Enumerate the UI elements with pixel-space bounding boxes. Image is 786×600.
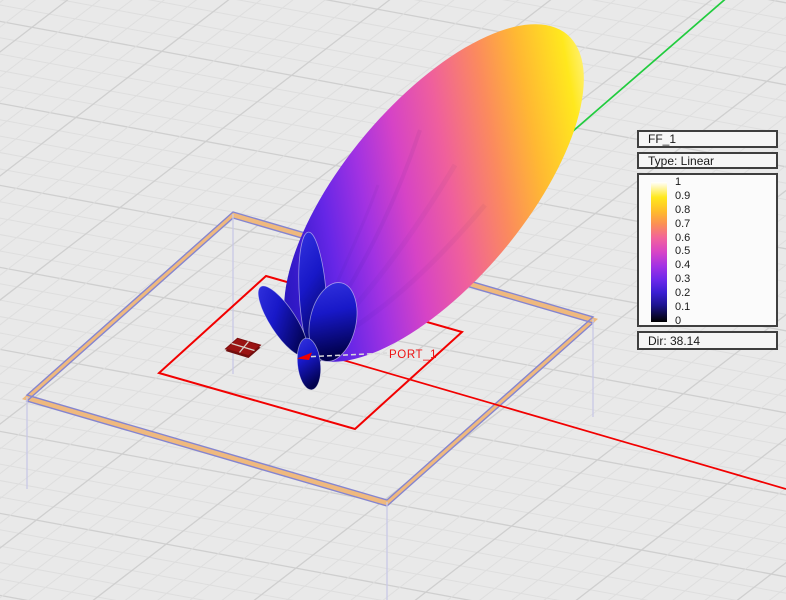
tick-label: 0.2 bbox=[675, 287, 691, 300]
tick-label: 0.3 bbox=[675, 273, 691, 286]
3d-viewport[interactable]: PORT_1 FF_1 Type: Linear 1 0.9 0.8 0.7 0… bbox=[0, 0, 786, 600]
patch-antenna[interactable] bbox=[224, 337, 262, 358]
colorbar-tick-labels: 1 0.9 0.8 0.7 0.6 0.5 0.4 0.3 0.2 0.1 0 bbox=[675, 176, 715, 328]
tick-label: 0.6 bbox=[675, 231, 691, 244]
tick-label: 0.4 bbox=[675, 259, 691, 272]
tick-label: 0.7 bbox=[675, 217, 691, 230]
port-label: PORT_1 bbox=[389, 349, 437, 361]
legend-type-text: Type: Linear bbox=[648, 154, 715, 168]
tick-label: 1 bbox=[675, 176, 682, 188]
legend-dir-text: Dir: 38.14 bbox=[648, 334, 701, 348]
legend-title-text: FF_1 bbox=[648, 132, 677, 146]
tick-label: 0.1 bbox=[675, 301, 691, 314]
legend-scale-type: Type: Linear bbox=[637, 152, 778, 169]
tick-label: 0.9 bbox=[675, 189, 691, 202]
colorbar: 1 0.9 0.8 0.7 0.6 0.5 0.4 0.3 0.2 0.1 0 bbox=[637, 173, 778, 327]
tick-label: 0.8 bbox=[675, 203, 691, 216]
legend-title: FF_1 bbox=[637, 130, 778, 148]
colorbar-gradient bbox=[651, 182, 667, 322]
tick-label: 0 bbox=[675, 314, 682, 327]
legend-directivity: Dir: 38.14 bbox=[637, 331, 778, 350]
tick-label: 0.5 bbox=[675, 245, 691, 258]
farfield-legend: FF_1 Type: Linear 1 0.9 0.8 0.7 0.6 0.5 … bbox=[637, 130, 778, 354]
